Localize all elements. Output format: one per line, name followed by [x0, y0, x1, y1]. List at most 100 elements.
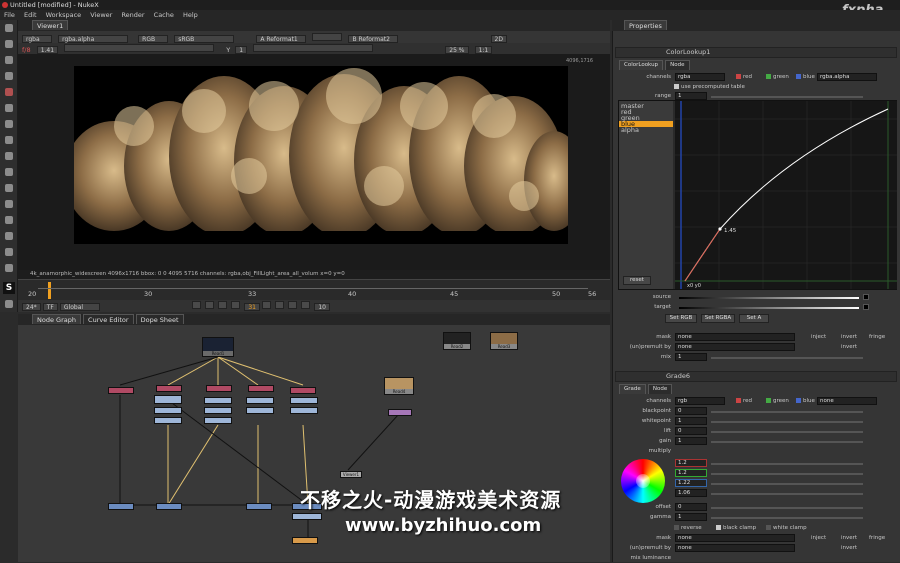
lift-field[interactable]: 0 — [675, 427, 707, 435]
lift-slider[interactable] — [711, 431, 863, 433]
set-rgba-button[interactable]: Set RGBA — [701, 314, 735, 323]
cl-inject-check[interactable]: inject — [811, 333, 826, 342]
menu-help[interactable]: Help — [183, 11, 198, 19]
cl-mix-field[interactable]: 1 — [675, 353, 707, 361]
gain-value[interactable]: 1.41 — [36, 46, 59, 54]
playhead[interactable] — [48, 282, 51, 299]
read3-node[interactable]: Read3 — [490, 332, 518, 350]
zoom-select[interactable]: 25 % — [445, 46, 469, 54]
multiply-b-slider[interactable] — [711, 483, 863, 485]
grade-node-5[interactable] — [246, 407, 274, 414]
grade-mask-select[interactable]: none — [675, 534, 795, 542]
merge-node-3[interactable] — [246, 503, 272, 510]
offset-field[interactable]: 0 — [675, 503, 707, 511]
channel-tool-icon[interactable] — [5, 72, 13, 80]
cl-target-ramp[interactable] — [679, 307, 859, 309]
grade-fringe-check[interactable]: fringe — [869, 534, 885, 543]
shuffle-node-4[interactable] — [248, 385, 274, 392]
metadata-tool-icon[interactable] — [5, 232, 13, 240]
colorlookup-name[interactable]: ColorLookup1 — [666, 48, 710, 56]
shuffle-node-1[interactable] — [108, 387, 134, 394]
cl-invert-check[interactable]: invert — [841, 333, 857, 342]
ratio-select[interactable]: 1:1 — [474, 46, 493, 54]
cl-alpha-select[interactable]: rgba.alpha — [817, 73, 877, 81]
grade-extra-select[interactable]: none — [817, 397, 877, 405]
tab-cl-node[interactable]: Node — [665, 60, 690, 70]
cl-source-swatch[interactable] — [863, 294, 869, 300]
input-a-select[interactable]: A Reformat1 — [256, 35, 307, 43]
blackpoint-field[interactable]: 0 — [675, 407, 707, 415]
grade-node-1[interactable] — [154, 407, 182, 414]
curve-plot[interactable]: 1.45 x0 y0 — [675, 101, 897, 289]
blackpoint-slider[interactable] — [711, 411, 863, 413]
deep-tool-icon[interactable] — [5, 200, 13, 208]
gain-field[interactable]: 1 — [675, 437, 707, 445]
cl-unpremult-invert[interactable]: invert — [841, 343, 857, 352]
layer-select[interactable]: rgba.alpha — [58, 35, 129, 43]
grade-node-4[interactable] — [246, 397, 274, 404]
gear-icon[interactable] — [5, 300, 13, 308]
menu-workspace[interactable]: Workspace — [46, 11, 82, 19]
curve-reset-button[interactable]: reset — [623, 276, 651, 285]
multiply-g-field[interactable]: 1.2 — [675, 469, 707, 477]
grade-unpremult-select[interactable]: none — [675, 544, 795, 552]
shuffle-node-5[interactable] — [290, 387, 316, 394]
prev-frame-button[interactable] — [218, 301, 228, 309]
grade-node-6[interactable] — [290, 397, 318, 404]
first-frame-button[interactable] — [192, 301, 201, 309]
display-select[interactable]: sRGB — [174, 35, 235, 43]
filter-tool-icon[interactable] — [5, 104, 13, 112]
cl-mix-slider[interactable] — [711, 357, 863, 359]
views-tool-icon[interactable] — [5, 216, 13, 224]
white-clamp-check[interactable]: white clamp — [761, 524, 807, 533]
colorlookup-node[interactable] — [388, 409, 412, 416]
cl-range-field[interactable]: 1 — [675, 92, 707, 100]
multiply-g-slider[interactable] — [711, 473, 863, 475]
tab-dope-sheet[interactable]: Dope Sheet — [135, 314, 184, 324]
grade-red-check[interactable]: red — [731, 397, 752, 406]
curve-item-alpha[interactable]: alpha — [619, 127, 673, 134]
y-slider[interactable] — [253, 44, 374, 52]
cl-blue-check[interactable]: blue — [791, 73, 815, 82]
whitepoint-slider[interactable] — [711, 421, 863, 423]
offset-slider[interactable] — [711, 507, 863, 509]
next-frame-button[interactable] — [275, 301, 285, 309]
draw-tool-icon[interactable] — [5, 40, 13, 48]
grade-unpremult-invert[interactable]: invert — [841, 544, 857, 553]
step-field[interactable]: 10 — [314, 303, 330, 311]
set-rgb-button[interactable]: Set RGB — [665, 314, 697, 323]
play-button[interactable] — [262, 301, 272, 309]
timeline[interactable]: 20 30 33 40 45 50 56 — [18, 279, 610, 300]
colorcorrect-node-2[interactable] — [204, 417, 232, 424]
tab-node-graph[interactable]: Node Graph — [32, 314, 81, 324]
last-frame-button[interactable] — [301, 301, 311, 309]
current-frame-field[interactable]: 31 — [244, 303, 260, 311]
play-back-button[interactable] — [231, 301, 241, 309]
multiply-b-field[interactable]: 1.22 — [675, 479, 707, 487]
transform-node-1[interactable] — [154, 395, 182, 404]
time-tool-icon[interactable] — [5, 56, 13, 64]
channels-select[interactable]: rgba — [22, 35, 52, 43]
write-node[interactable] — [292, 537, 318, 544]
multiply-r-slider[interactable] — [711, 463, 863, 465]
viewer-canvas[interactable]: 4096,1716 — [18, 54, 610, 270]
multiply-a-slider[interactable] — [711, 493, 863, 495]
cl-unpremult-select[interactable]: none — [675, 343, 795, 351]
colorcorrect-node-1[interactable] — [154, 417, 182, 424]
other-tool-icon[interactable] — [5, 264, 13, 272]
cl-mask-select[interactable]: none — [675, 333, 795, 341]
read1-node[interactable]: Read1 — [202, 337, 234, 357]
mode-select[interactable]: 2D — [490, 35, 507, 43]
tf-select[interactable]: TF — [42, 303, 58, 311]
tab-grade[interactable]: Grade — [619, 384, 646, 394]
multiply-r-field[interactable]: 1.2 — [675, 459, 707, 467]
scope-select[interactable]: Global — [59, 303, 100, 311]
shuffle-node-3[interactable] — [206, 385, 232, 392]
cl-red-check[interactable]: red — [731, 73, 752, 82]
3d-tool-icon[interactable] — [5, 168, 13, 176]
cl-precomputed-check[interactable]: use precomputed table — [669, 83, 745, 92]
fps-field[interactable]: 24* — [22, 303, 41, 311]
keyer-tool-icon[interactable] — [5, 120, 13, 128]
menu-edit[interactable]: Edit — [24, 11, 37, 19]
set-a-button[interactable]: Set A — [739, 314, 769, 323]
